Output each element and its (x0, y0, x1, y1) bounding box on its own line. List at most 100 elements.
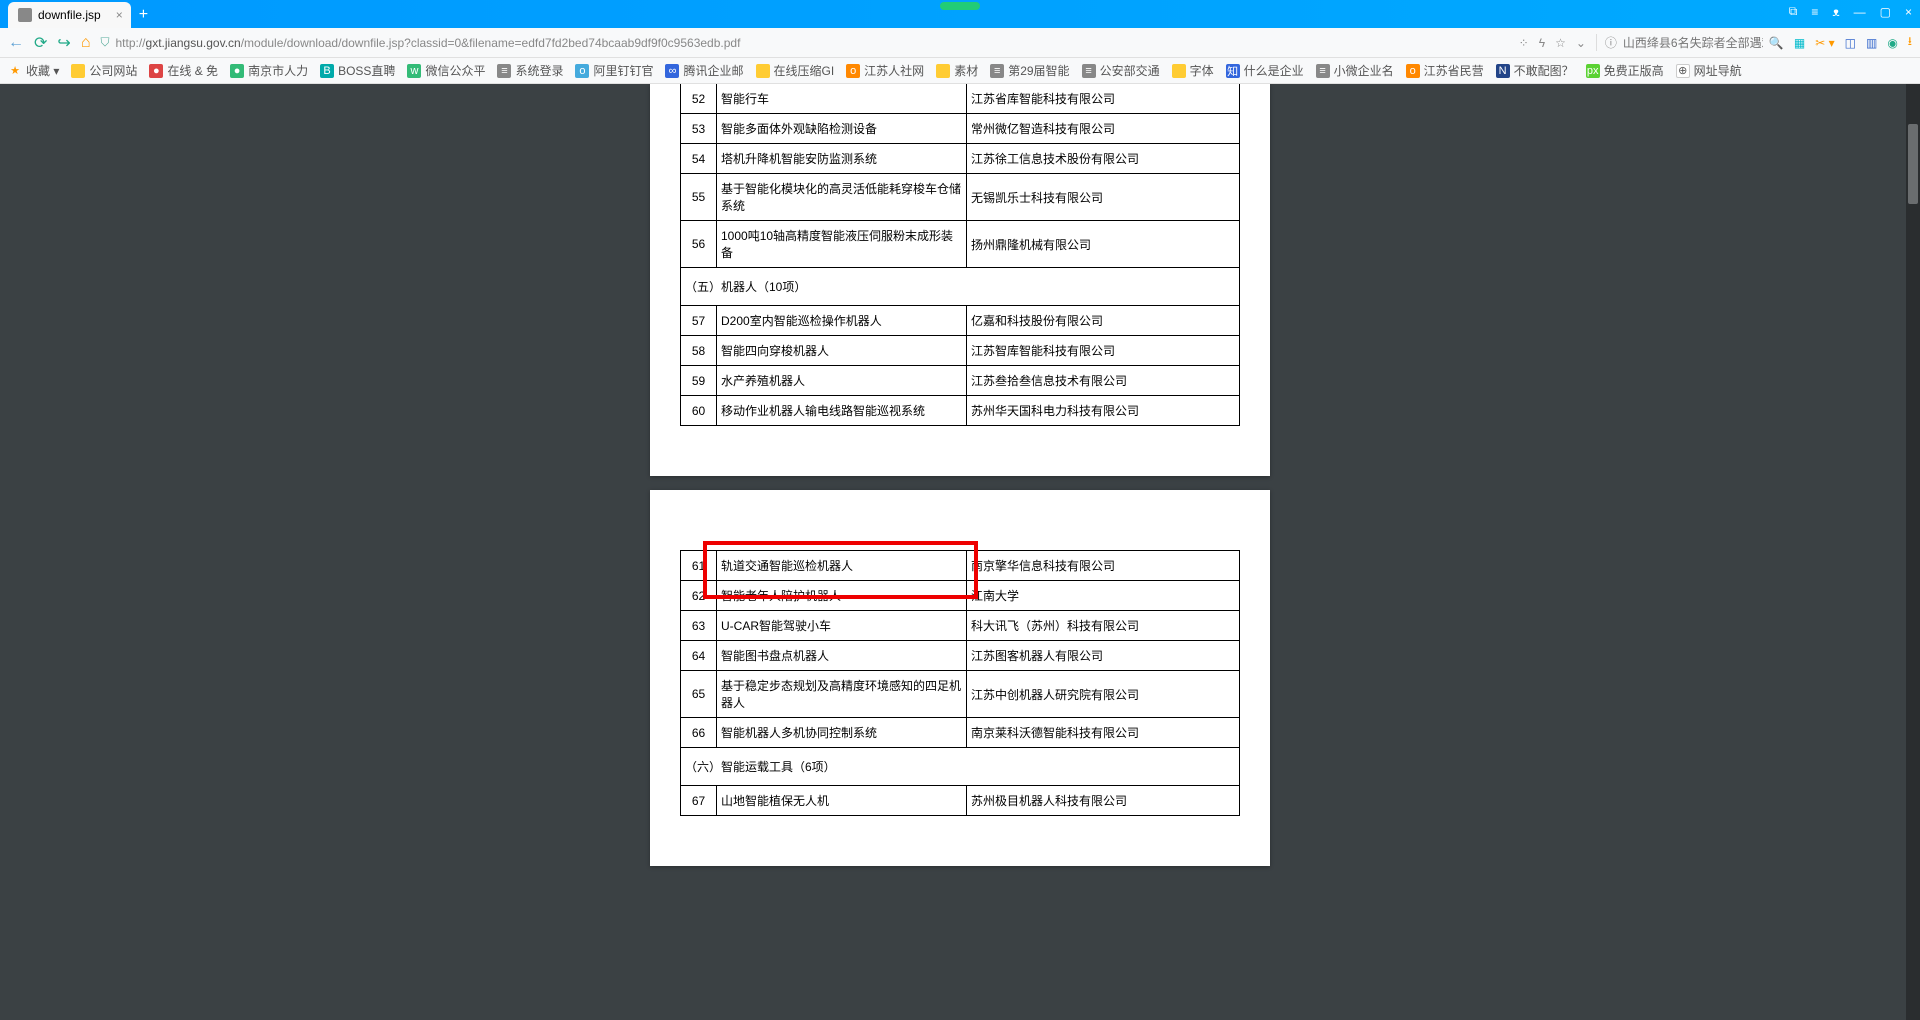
scrollbar-thumb[interactable] (1908, 124, 1918, 204)
bookmark-item[interactable]: ⊕网址导航 (1676, 62, 1742, 79)
bookmark-icon: px (1586, 64, 1600, 78)
menu-icon[interactable]: ≡ (1811, 5, 1818, 19)
bookmark-item[interactable]: N不敢配图？ (1496, 62, 1574, 79)
pet-icon[interactable]: ᴥ (1832, 5, 1839, 19)
bookmark-label: 不敢配图？ (1514, 62, 1574, 79)
section-header: （六）智能运载工具（6项） (681, 748, 1240, 786)
bookmark-item[interactable]: ≡公安部交通 (1082, 62, 1160, 79)
close-icon[interactable]: × (116, 8, 123, 22)
bookmark-icon: ≡ (497, 64, 511, 78)
search-engine-icon: ⓘ (1605, 34, 1617, 51)
search-box[interactable]: ⓘ 🔍 (1596, 34, 1784, 51)
bookmark-icon: B (320, 64, 334, 78)
table-cell: 江苏徐工信息技术股份有限公司 (967, 144, 1240, 174)
bookmark-item[interactable]: w微信公众平 (407, 62, 485, 79)
table-cell: D200室内智能巡检操作机器人 (717, 306, 967, 336)
table-cell: 60 (681, 396, 717, 426)
browser-tab[interactable]: downfile.jsp × (8, 2, 131, 28)
table-cell: 基于稳定步态规划及高精度环境感知的四足机器人 (717, 671, 967, 718)
search-input[interactable] (1623, 36, 1763, 50)
bookmark-label: 阿里钉钉官 (593, 62, 653, 79)
flash-icon[interactable]: ϟ (1539, 36, 1545, 50)
bookmark-item[interactable]: BBOSS直聘 (320, 62, 395, 79)
new-tab-button[interactable]: + (139, 6, 148, 24)
bookmark-item[interactable]: o江苏人社网 (846, 62, 924, 79)
table-row: 65基于稳定步态规划及高精度环境感知的四足机器人江苏中创机器人研究院有限公司 (681, 671, 1240, 718)
bookmark-icon: ● (230, 64, 244, 78)
back-button[interactable]: ← (8, 34, 24, 52)
bookmark-item[interactable]: 公司网站 (71, 62, 137, 79)
bookmark-item[interactable]: o江苏省民营 (1406, 62, 1484, 79)
bookmark-item[interactable]: ≡第29届智能 (990, 62, 1069, 79)
addr-right-icons: ⁘ ϟ ☆ ⌄ ⓘ 🔍 ▦ ✂ ▾ ◫ ▥ ◉ ⭳ (1519, 32, 1912, 53)
bookmark-label: 免费正版高 (1604, 62, 1664, 79)
maximize-icon[interactable]: ▢ (1880, 5, 1891, 19)
table-cell: 55 (681, 174, 717, 221)
tab-favicon (18, 8, 32, 22)
table-cell: 江苏叁拾叁信息技术有限公司 (967, 366, 1240, 396)
scrollbar[interactable] (1906, 84, 1920, 1020)
ext2-icon[interactable]: ▥ (1866, 36, 1877, 50)
pdf-viewer[interactable]: 52智能行车江苏省库智能科技有限公司53智能多面体外观缺陷检测设备常州微亿智造科… (0, 84, 1920, 1020)
table-cell: 扬州鼎隆机械有限公司 (967, 221, 1240, 268)
ext1-icon[interactable]: ◫ (1845, 36, 1856, 50)
table-cell: 江南大学 (967, 581, 1240, 611)
bookmark-label: 南京市人力 (248, 62, 308, 79)
table-cell: 1000吨10轴高精度智能液压伺服粉末成形装备 (717, 221, 967, 268)
url-box[interactable]: ⛉ http://gxt.jiangsu.gov.cn/module/downl… (100, 35, 1508, 50)
table-cell: 塔机升降机智能安防监测系统 (717, 144, 967, 174)
panel-icon[interactable]: ⧉ (1789, 4, 1798, 19)
bookmark-item[interactable]: 在线压缩GI (756, 62, 835, 79)
camera-indicator (940, 2, 980, 10)
bookmark-item[interactable]: o阿里钉钉官 (575, 62, 653, 79)
table-cell: 66 (681, 718, 717, 748)
bookmark-item[interactable]: ●在线 & 免 (149, 62, 218, 79)
table-cell: 64 (681, 641, 717, 671)
search-icon[interactable]: 🔍 (1769, 36, 1784, 50)
minimize-icon[interactable]: — (1854, 5, 1866, 19)
forward-button[interactable]: ↪ (57, 33, 70, 53)
table-cell: 智能图书盘点机器人 (717, 641, 967, 671)
table-row: 52智能行车江苏省库智能科技有限公司 (681, 84, 1240, 114)
table-cell: 苏州华天国科电力科技有限公司 (967, 396, 1240, 426)
table-cell: U-CAR智能驾驶小车 (717, 611, 967, 641)
table-cell: 科大讯飞（苏州）科技有限公司 (967, 611, 1240, 641)
bookmark-label: 公司网站 (89, 62, 137, 79)
chevron-down-icon[interactable]: ⌄ (1576, 36, 1586, 50)
highlighted-row: 61 轨道交通智能巡检机器人 南京擎华信息科技有限公司 (681, 551, 1240, 581)
bookmark-label: 在线压缩GI (774, 62, 835, 79)
translate-icon[interactable]: ▦ (1794, 36, 1805, 50)
qr-icon[interactable]: ⁘ (1519, 36, 1529, 50)
table-cell: 智能老年人陪护机器人 (717, 581, 967, 611)
table-cell: 59 (681, 366, 717, 396)
bookmark-item[interactable]: ★收藏 ▾ (8, 62, 59, 79)
shield-icon: ⛉ (100, 35, 109, 50)
bookmark-item[interactable]: px 免费正版高 (1586, 62, 1664, 79)
scissors-icon[interactable]: ✂ ▾ (1815, 36, 1834, 50)
pdf-page-1: 52智能行车江苏省库智能科技有限公司53智能多面体外观缺陷检测设备常州微亿智造科… (650, 84, 1270, 476)
bookmark-item[interactable]: ● 南京市人力 (230, 62, 308, 79)
bookmark-icon: w (407, 64, 421, 78)
table-cell: 56 (681, 221, 717, 268)
reload-button[interactable]: ⟳ (34, 33, 47, 53)
bookmark-item[interactable]: 知什么是企业 (1226, 62, 1304, 79)
bookmark-icon: ≡ (1082, 64, 1096, 78)
bookmark-item[interactable]: ∞腾讯企业邮 (665, 62, 743, 79)
bookmark-item[interactable]: 素材 (936, 62, 978, 79)
home-button[interactable]: ⌂ (81, 34, 91, 52)
bookmark-item[interactable]: ≡ 系统登录 (497, 62, 563, 79)
bookmark-item[interactable]: ≡小微企业名 (1316, 62, 1394, 79)
bookmark-item[interactable]: 字体 (1172, 62, 1214, 79)
close-window-icon[interactable]: × (1905, 5, 1912, 19)
bookmark-label: 腾讯企业邮 (683, 62, 743, 79)
star-icon[interactable]: ☆ (1555, 36, 1566, 50)
table-cell: 无锡凯乐士科技有限公司 (967, 174, 1240, 221)
ext3-icon[interactable]: ◉ (1887, 36, 1897, 50)
bookmark-icon (1172, 64, 1186, 78)
table-cell: 南京莱科沃德智能科技有限公司 (967, 718, 1240, 748)
address-bar: ← ⟳ ↪ ⌂ ⛉ http://gxt.jiangsu.gov.cn/modu… (0, 28, 1920, 58)
download-icon[interactable]: ⭳ (1908, 32, 1912, 53)
bookmark-label: 什么是企业 (1244, 62, 1304, 79)
table-cell: 江苏中创机器人研究院有限公司 (967, 671, 1240, 718)
bookmark-label: 系统登录 (515, 62, 563, 79)
